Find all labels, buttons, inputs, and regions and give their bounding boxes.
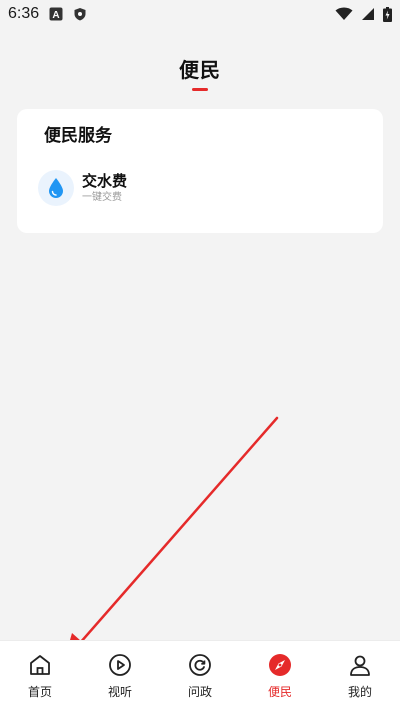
nav-item-profile[interactable]: 我的 [320, 641, 400, 703]
nav-label: 问政 [187, 685, 212, 699]
home-icon [30, 655, 50, 675]
svg-text:A: A [53, 10, 60, 21]
service-subtitle: 一键交费 [82, 191, 122, 203]
card-title: 便民服务 [44, 126, 112, 146]
service-item-water-fee[interactable]: 交水费 一键交费 [38, 169, 178, 207]
shield-icon [74, 8, 86, 21]
signal-icon [362, 8, 374, 20]
refresh-circle-icon [189, 654, 211, 676]
service-name: 交水费 [82, 171, 128, 190]
nav-label: 我的 [347, 685, 372, 699]
service-text: 交水费 一键交费 [82, 172, 127, 205]
nav-item-inquiry[interactable]: 问政 [160, 641, 240, 703]
nav-item-audio-video[interactable]: 视听 [80, 641, 160, 703]
user-icon [350, 655, 370, 676]
bottom-nav: 首页 视听 问政 便民 我的 [0, 640, 400, 703]
nav-label: 视听 [107, 685, 132, 699]
wifi-icon [335, 7, 353, 20]
page-title: 便民 [179, 58, 221, 82]
service-card: 便民服务 交水费 一键交费 [17, 109, 383, 233]
compass-icon [269, 654, 291, 676]
annotation-arrow [64, 416, 279, 661]
nav-item-home[interactable]: 首页 [0, 641, 80, 703]
play-circle-icon [109, 654, 131, 676]
a-notification-icon: A [49, 7, 63, 21]
home-indicator [0, 702, 400, 711]
nav-item-convenience[interactable]: 便民 [240, 641, 320, 703]
nav-label: 便民 [267, 685, 292, 699]
status-right [335, 6, 392, 22]
water-drop-icon [38, 170, 74, 206]
status-bar: 6:36 A [0, 0, 400, 28]
battery-charging-icon [383, 6, 392, 22]
status-left: 6:36 A [8, 5, 87, 23]
nav-label: 首页 [27, 685, 52, 699]
title-underline [192, 88, 208, 91]
status-time: 6:36 [8, 5, 40, 22]
